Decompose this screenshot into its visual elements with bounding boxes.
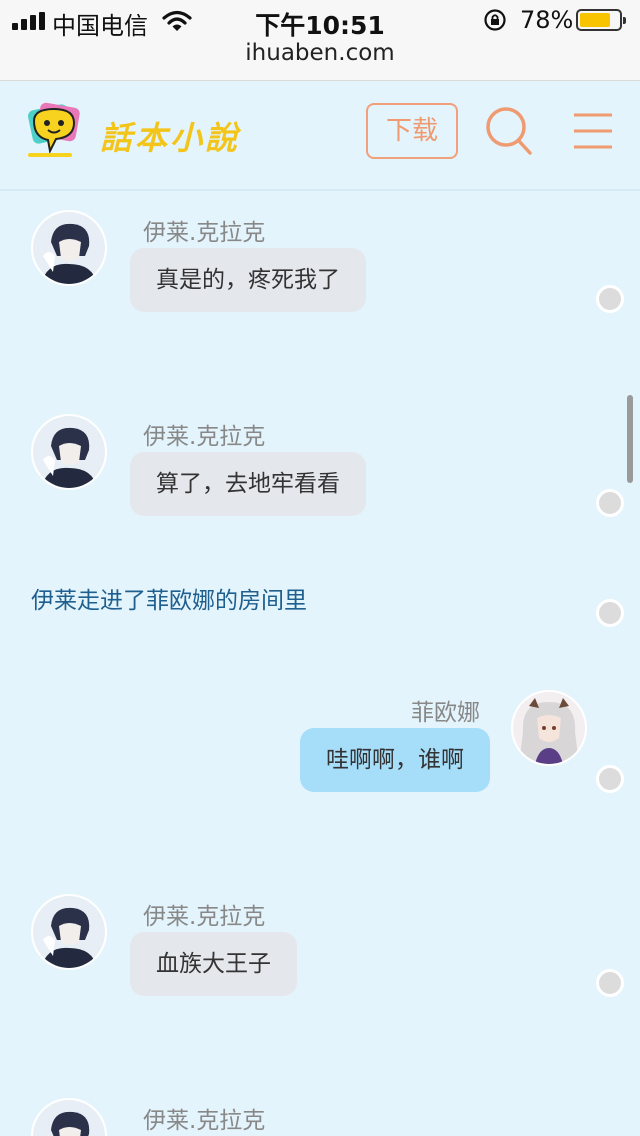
menu-icon[interactable] <box>572 111 614 151</box>
scrollbar[interactable] <box>627 395 633 483</box>
sender-name: 菲欧娜 <box>411 700 480 726</box>
comment-dot[interactable] <box>596 765 624 793</box>
battery-percent: 78% <box>520 6 574 34</box>
url-label[interactable]: ihuaben.com <box>0 40 640 66</box>
logo-text: 話本小說 <box>100 119 241 157</box>
avatar-eli[interactable] <box>31 1098 107 1136</box>
download-button[interactable]: 下载 <box>366 103 458 159</box>
message-bubble[interactable]: 血族大王子 <box>130 932 297 996</box>
sender-name: 伊莱.克拉克 <box>143 220 266 246</box>
message-bubble[interactable]: 哇啊啊，谁啊 <box>300 728 490 792</box>
sender-name: 伊莱.克拉克 <box>143 904 266 930</box>
sender-name: 伊莱.克拉克 <box>143 1108 266 1134</box>
message-bubble[interactable]: 算了，去地牢看看 <box>130 452 366 516</box>
battery-icon <box>576 9 626 31</box>
site-logo[interactable]: 話本小說 <box>24 99 254 163</box>
comment-dot[interactable] <box>596 489 624 517</box>
message-bubble[interactable]: 真是的，疼死我了 <box>130 248 366 312</box>
site-header: 話本小說 下载 <box>0 81 640 191</box>
rotation-lock-icon <box>484 9 506 31</box>
chat-area[interactable]: 伊莱.克拉克 真是的，疼死我了 伊莱.克拉克 算了，去地牢看看 伊莱走进了菲欧娜… <box>0 191 640 1136</box>
status-bar: 中国电信 下午10:51 78% ihuaben.com <box>0 0 640 81</box>
search-icon[interactable] <box>484 105 534 157</box>
comment-dot[interactable] <box>596 969 624 997</box>
comment-dot[interactable] <box>596 285 624 313</box>
logo-mascot-icon <box>28 102 80 157</box>
avatar-eli[interactable] <box>31 210 107 286</box>
narration-text[interactable]: 伊莱走进了菲欧娜的房间里 <box>31 581 307 615</box>
avatar-eli[interactable] <box>31 894 107 970</box>
sender-name: 伊莱.克拉克 <box>143 424 266 450</box>
avatar-fiona[interactable] <box>511 690 587 766</box>
comment-dot[interactable] <box>596 599 624 627</box>
avatar-eli[interactable] <box>31 414 107 490</box>
